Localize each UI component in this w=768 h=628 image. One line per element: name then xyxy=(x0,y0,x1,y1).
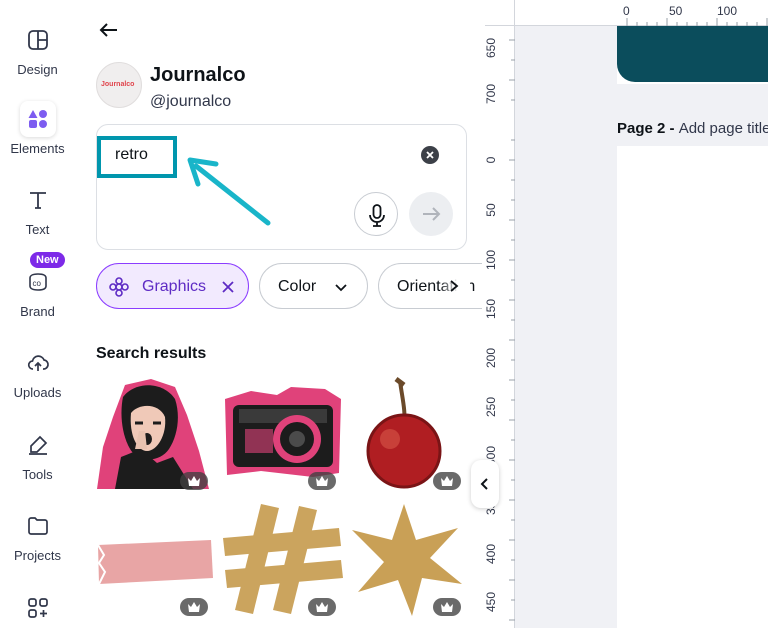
crown-icon xyxy=(316,602,328,612)
rail-label-projects: Projects xyxy=(14,548,61,563)
premium-badge xyxy=(308,598,336,616)
annotation-arrow xyxy=(187,157,271,226)
rail-item-apps[interactable] xyxy=(0,590,75,626)
chip-graphics-label: Graphics xyxy=(142,278,207,295)
flower-icon xyxy=(109,277,129,297)
collapse-panel-button[interactable] xyxy=(471,460,499,508)
result-hashtag-tape[interactable] xyxy=(221,500,345,618)
premium-badge xyxy=(433,472,461,490)
ruler-left-label: 100 xyxy=(484,249,498,271)
uploads-icon xyxy=(20,345,56,381)
chevron-right-icon[interactable] xyxy=(447,279,461,293)
brand-avatar-text: Journalco xyxy=(101,81,135,88)
chevron-down-icon xyxy=(335,284,347,292)
brand-handle: @journalco xyxy=(150,93,232,110)
rail-item-design[interactable]: Design xyxy=(0,22,75,77)
ruler-top-label: 50 xyxy=(669,4,683,18)
crown-icon xyxy=(188,476,200,486)
page-2-label: Page 2 - xyxy=(617,120,679,137)
close-icon xyxy=(426,151,434,159)
ruler-left-label: 400 xyxy=(484,543,498,565)
annotation-highlight-box xyxy=(97,136,177,178)
text-icon xyxy=(20,182,56,218)
apps-icon xyxy=(20,590,56,626)
rail-item-tools[interactable]: Tools xyxy=(0,427,75,482)
voice-search-button[interactable] xyxy=(354,192,398,236)
ruler-left-label: 650 xyxy=(484,37,498,59)
chip-color[interactable]: Color xyxy=(259,263,368,309)
close-icon[interactable] xyxy=(221,280,235,294)
premium-badge xyxy=(433,598,461,616)
brand-name: Journalco xyxy=(150,64,246,86)
microphone-icon xyxy=(369,204,385,227)
rail-item-brand[interactable]: co Brand xyxy=(0,264,75,319)
premium-badge xyxy=(180,472,208,490)
chip-graphics[interactable]: Graphics xyxy=(96,263,249,309)
page-2-title-input[interactable]: Add page title xyxy=(679,120,768,137)
ruler-top-label: 0 xyxy=(623,4,630,18)
ruler-left-label: 450 xyxy=(484,591,498,613)
ruler-left-label: 150 xyxy=(484,298,498,320)
rail-item-projects[interactable]: Projects xyxy=(0,508,75,563)
tools-icon xyxy=(20,427,56,463)
chip-color-label: Color xyxy=(278,278,317,295)
clear-search-button[interactable] xyxy=(421,146,439,164)
submit-search-button[interactable] xyxy=(409,192,453,236)
crown-icon xyxy=(188,602,200,612)
ruler-left-label: 250 xyxy=(484,396,498,418)
crown-icon xyxy=(441,602,453,612)
left-rail: Design Elements Text New co Brand Upload… xyxy=(0,0,75,628)
rail-label-elements: Elements xyxy=(10,141,65,156)
premium-badge xyxy=(308,472,336,490)
page-2[interactable] xyxy=(617,146,768,628)
result-pink-tape[interactable] xyxy=(95,500,219,618)
rail-label-text: Text xyxy=(25,222,50,237)
ruler-corner xyxy=(485,0,515,26)
result-star-burst[interactable] xyxy=(346,500,470,618)
crown-icon xyxy=(441,476,453,486)
rail-item-elements[interactable]: Elements xyxy=(0,101,75,156)
rail-item-uploads[interactable]: Uploads xyxy=(0,345,75,400)
result-retro-woman[interactable] xyxy=(95,377,219,495)
result-cherry[interactable] xyxy=(346,377,470,495)
svg-text:co: co xyxy=(32,279,41,288)
elements-icon xyxy=(19,101,56,137)
ruler-top-label: 100 xyxy=(717,4,738,18)
folder-icon xyxy=(20,508,56,544)
search-results-title: Search results xyxy=(96,345,207,362)
ruler-left-label: 200 xyxy=(484,347,498,369)
page-2-title[interactable]: Page 2 - Add page title xyxy=(617,120,768,137)
rail-label-tools: Tools xyxy=(22,467,53,482)
rail-label-brand: Brand xyxy=(20,304,55,319)
design-icon xyxy=(20,22,56,58)
arrow-right-icon xyxy=(423,207,441,221)
brand-icon: co xyxy=(20,264,56,300)
ruler-left-label: 50 xyxy=(484,203,498,217)
back-button[interactable] xyxy=(97,18,121,42)
rail-label-design: Design xyxy=(17,62,58,77)
premium-badge xyxy=(180,598,208,616)
chevron-left-icon xyxy=(480,478,488,490)
ruler-left-label: 0 xyxy=(484,156,498,164)
ruler-left-label: 700 xyxy=(484,83,498,105)
arrow-left-icon xyxy=(99,23,117,37)
rail-label-uploads: Uploads xyxy=(13,385,62,400)
rail-item-text[interactable]: Text xyxy=(0,182,75,237)
page-1-graphic xyxy=(617,26,768,82)
result-retro-camera[interactable] xyxy=(221,377,345,495)
crown-icon xyxy=(316,476,328,486)
brand-avatar: Journalco xyxy=(96,62,142,108)
